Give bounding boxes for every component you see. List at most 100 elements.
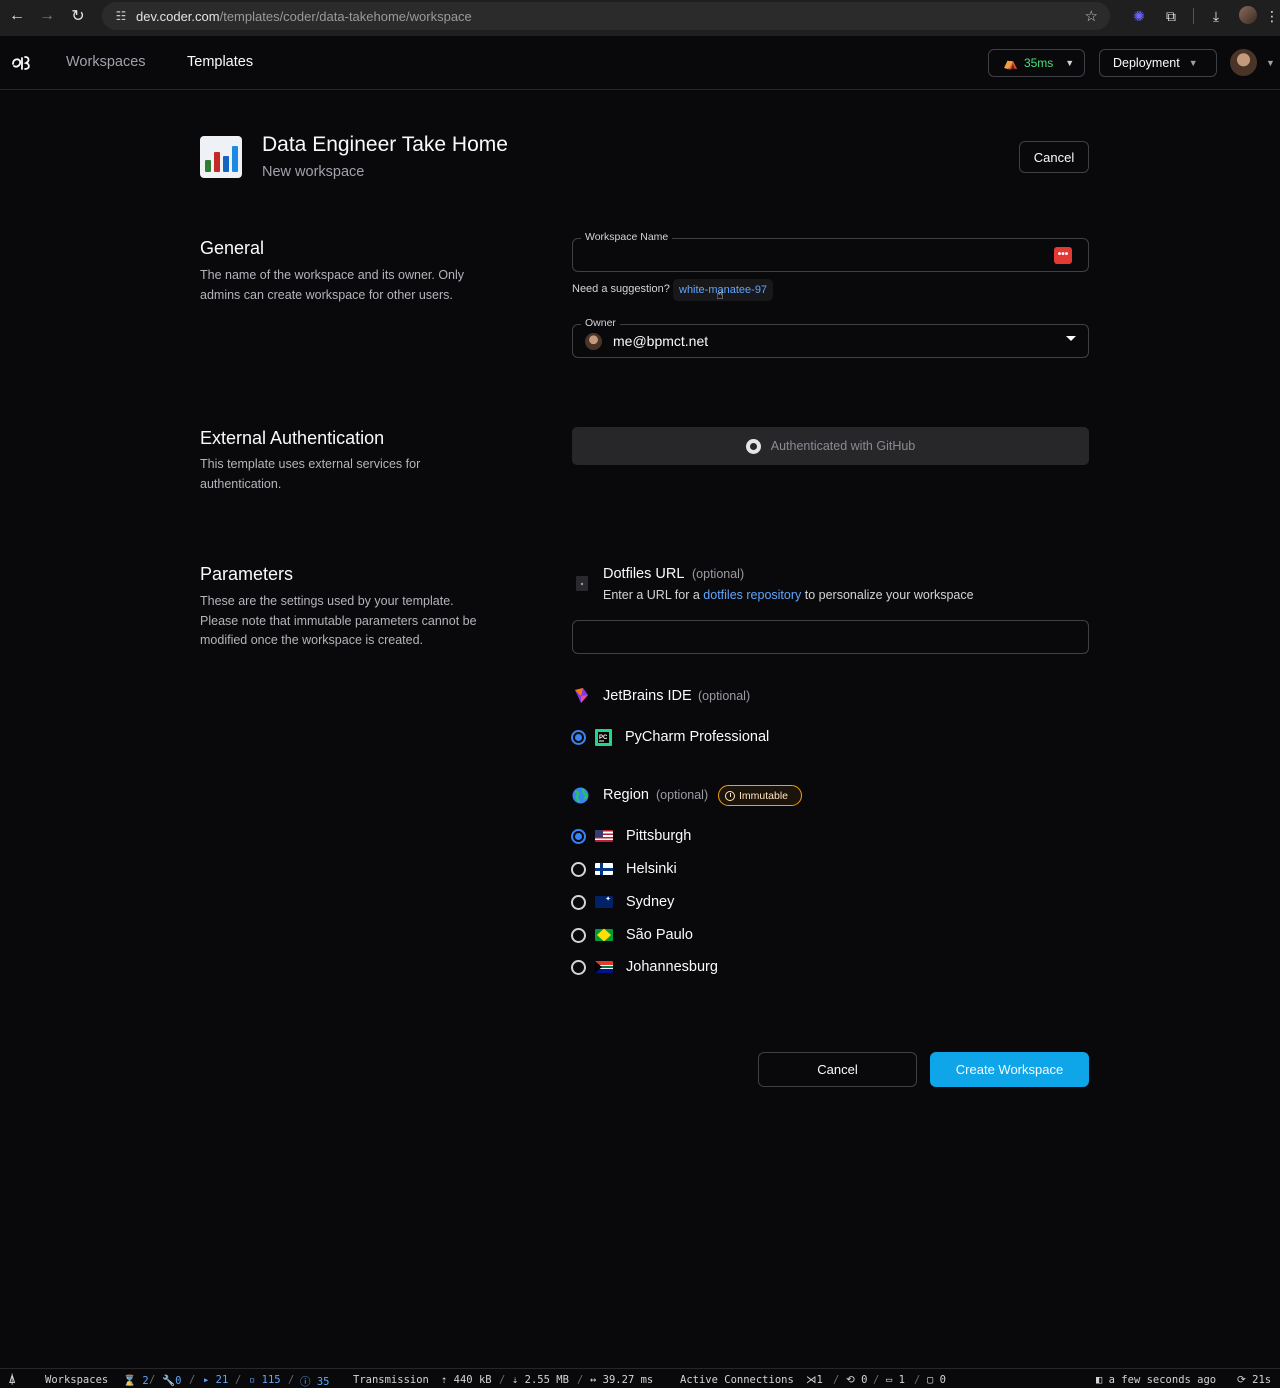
latency-stat: ↔ 39.27 ms: [590, 1374, 654, 1386]
pending-count[interactable]: ⌛ 2: [123, 1374, 149, 1387]
transmission-label: Transmission: [353, 1374, 429, 1386]
divider: /: [914, 1374, 921, 1386]
section-desc-parameters: These are the settings used by your temp…: [200, 594, 477, 647]
chevron-down-icon: ▼: [1188, 58, 1198, 68]
profile-avatar[interactable]: [1232, 5, 1264, 27]
bookmark-star-icon[interactable]: ☆: [1085, 7, 1098, 25]
param-region-optional: (optional): [656, 788, 709, 802]
status-workspaces-label[interactable]: Workspaces: [45, 1374, 108, 1386]
owner-label: Owner: [581, 317, 620, 329]
vscode-count: ⋊1: [806, 1374, 823, 1386]
deployment-status-bar: ⍋ Workspaces ⌛ 2 / 🔧0 / ▸ 21 / ▫ 115 / ⓘ…: [0, 1368, 1280, 1388]
upload-stat: ⇡ 440 kB: [441, 1374, 492, 1386]
immutable-badge: Immutable: [718, 785, 802, 806]
nav-templates[interactable]: Templates: [187, 54, 253, 70]
latency-value: 35ms: [1023, 56, 1054, 70]
option-label: Helsinki: [626, 861, 677, 877]
deployment-menu-button[interactable]: Deployment ▼: [1099, 49, 1217, 77]
option-label: Sydney: [626, 894, 675, 910]
divider: /: [873, 1374, 880, 1386]
download-icon[interactable]: ⤓: [1200, 8, 1232, 25]
pycharm-icon: PC: [595, 728, 612, 746]
site-settings-icon[interactable]: ☷: [110, 9, 132, 23]
owner-select[interactable]: Owner me@bpmct.net: [572, 317, 1089, 358]
option-helsinki[interactable]: Helsinki: [571, 860, 677, 878]
divider: /: [235, 1374, 242, 1386]
cancel-button[interactable]: Cancel: [1019, 141, 1089, 173]
section-desc-general: The name of the workspace and its owner.…: [200, 268, 465, 302]
ssh-count: ⟲ 0: [846, 1374, 868, 1386]
param-dotfiles-name: Dotfiles URL: [603, 566, 685, 582]
radio-unselected[interactable]: [571, 861, 586, 877]
us-flag-icon: [595, 830, 613, 842]
deployment-label: Deployment: [1113, 56, 1180, 70]
extensions-puzzle-icon[interactable]: ⧉: [1155, 8, 1187, 25]
option-johannesburg[interactable]: Johannesburg: [571, 958, 718, 976]
radio-selected[interactable]: [571, 729, 586, 745]
nav-workspaces[interactable]: Workspaces: [66, 54, 146, 70]
page-title: Data Engineer Take Home: [262, 133, 508, 156]
param-dotfiles-desc: Enter a URL for a dotfiles repository to…: [603, 588, 974, 602]
stopped-count[interactable]: ▫ 115: [249, 1374, 281, 1386]
option-sao-paulo[interactable]: São Paulo: [571, 926, 693, 944]
option-pycharm-professional[interactable]: PC PyCharm Professional: [571, 728, 769, 746]
cancel-button[interactable]: Cancel: [758, 1052, 917, 1087]
user-avatar[interactable]: [1230, 49, 1257, 76]
password-manager-icon[interactable]: •••: [1054, 247, 1072, 264]
kebab-menu-icon[interactable]: ⋮: [1264, 8, 1280, 25]
url-host: dev.coder.com: [136, 8, 220, 24]
hand-cursor-icon: ☝: [716, 287, 724, 302]
dotfiles-url-input[interactable]: [572, 620, 1089, 654]
divider: /: [499, 1374, 506, 1386]
dotfiles-repository-link[interactable]: dotfiles repository: [703, 588, 801, 602]
last-updated: ◧ a few seconds ago: [1096, 1374, 1217, 1386]
option-pittsburgh[interactable]: Pittsburgh: [571, 827, 691, 845]
workspace-name-field[interactable]: Workspace Name •••: [572, 231, 1089, 272]
address-bar[interactable]: ☷ dev.coder.com/templates/coder/data-tak…: [102, 2, 1110, 30]
radio-unselected[interactable]: [571, 959, 586, 975]
divider: /: [577, 1374, 584, 1386]
workspace-name-label: Workspace Name: [581, 231, 673, 243]
coder-logo-icon[interactable]: [10, 51, 34, 75]
github-auth-button[interactable]: Authenticated with GitHub: [572, 427, 1089, 465]
option-sydney[interactable]: Sydney: [571, 893, 674, 911]
radio-unselected[interactable]: [571, 894, 586, 910]
chevron-down-icon: ▼: [1065, 58, 1075, 68]
github-auth-label: Authenticated with GitHub: [770, 439, 916, 453]
refresh-timer[interactable]: ⟳ 21s: [1237, 1374, 1271, 1386]
back-icon[interactable]: ←: [2, 1, 32, 31]
failed-count[interactable]: ⓘ 35: [300, 1374, 329, 1388]
extension-icon[interactable]: ✺: [1123, 8, 1155, 25]
reload-icon[interactable]: ↻: [63, 1, 93, 31]
info-icon: [725, 790, 735, 801]
radio-selected[interactable]: [571, 828, 586, 844]
option-label: Pittsburgh: [626, 828, 692, 844]
chevron-down-icon[interactable]: ▼: [1266, 58, 1275, 68]
section-desc-external-auth: This template uses external services for…: [200, 457, 421, 491]
web-terminal-count: ▭ 1: [886, 1374, 905, 1386]
param-region-name: Region: [603, 787, 649, 803]
divider: /: [189, 1374, 196, 1386]
section-title-external-auth: External Authentication: [200, 428, 385, 448]
dotfiles-icon: [576, 576, 588, 591]
finland-flag-icon: [595, 863, 613, 875]
forward-icon[interactable]: →: [32, 1, 62, 31]
create-workspace-button[interactable]: Create Workspace: [930, 1052, 1089, 1087]
param-dotfiles-optional: (optional): [692, 567, 745, 581]
owner-avatar: [585, 333, 602, 350]
section-title-parameters: Parameters: [200, 564, 294, 584]
latency-selector[interactable]: ⛺ 35ms ▼: [988, 49, 1085, 77]
param-jetbrains-name: JetBrains IDE: [603, 688, 692, 704]
active-connections-label: Active Connections: [680, 1374, 794, 1386]
coder-logo-icon[interactable]: ⍋: [9, 1374, 15, 1386]
globe-icon: [572, 787, 589, 804]
page-subtitle: New workspace: [262, 164, 365, 180]
radio-unselected[interactable]: [571, 927, 586, 943]
building-count[interactable]: 🔧0: [162, 1374, 181, 1387]
divider: /: [833, 1374, 840, 1386]
option-label: Johannesburg: [626, 959, 718, 975]
dropdown-arrow-icon: [1066, 336, 1076, 341]
running-count[interactable]: ▸ 21: [203, 1374, 228, 1386]
reconnecting-pty-count: ▢ 0: [927, 1374, 946, 1386]
desc-text-before: Enter a URL for a: [603, 588, 700, 602]
